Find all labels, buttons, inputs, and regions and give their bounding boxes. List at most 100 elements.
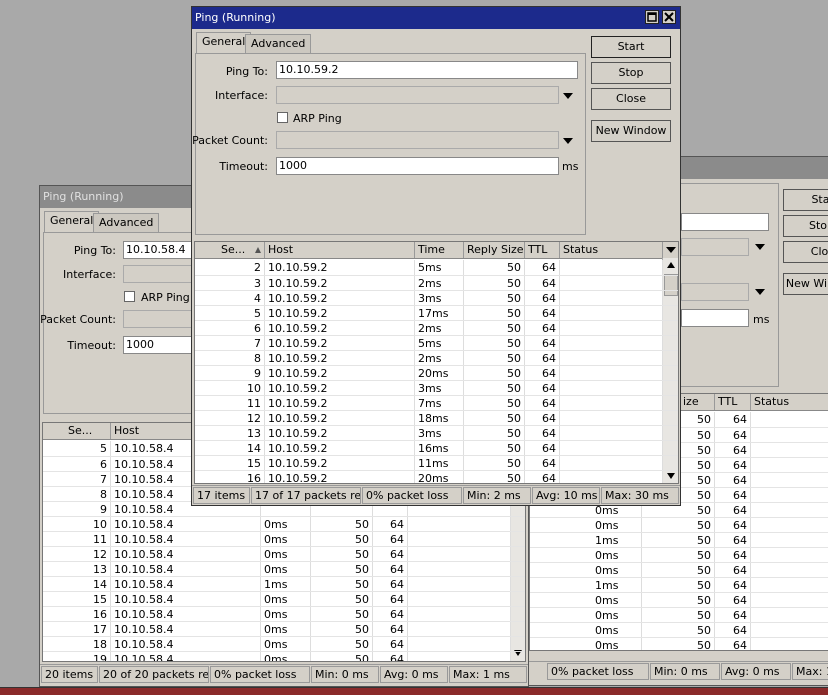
cell-host: 10.10.58.4 <box>111 577 261 592</box>
table-row[interactable]: 8 10.10.59.2 2ms 50 64 <box>195 350 678 366</box>
table-row[interactable]: 12 10.10.58.4 0ms 50 64 <box>43 546 525 562</box>
stop-button[interactable]: Stop <box>783 215 828 237</box>
cell-status <box>751 412 828 427</box>
cell-reply-size: 50 <box>464 381 525 396</box>
table-row[interactable]: 3 10.10.59.2 2ms 50 64 <box>195 275 678 291</box>
table-row[interactable]: 5 10.10.59.2 17ms 50 64 <box>195 305 678 321</box>
cell-time: 5ms <box>415 336 464 351</box>
chevron-down-icon[interactable] <box>755 244 765 250</box>
table-row[interactable]: 7 10.10.59.2 5ms 50 64 <box>195 335 678 351</box>
window-title: Ping (Running) <box>43 190 124 203</box>
maximize-button[interactable] <box>645 10 659 24</box>
cell-ttl: 64 <box>715 458 751 473</box>
col-host[interactable]: Host <box>265 242 415 258</box>
cell-time: 20ms <box>415 471 464 483</box>
table-row[interactable]: 11 10.10.59.2 7ms 50 64 <box>195 395 678 411</box>
timeout-input[interactable]: 1000 <box>276 157 559 175</box>
cell-host: 10.10.58.4 <box>111 652 261 661</box>
stop-button[interactable]: Stop <box>591 62 671 84</box>
table-row[interactable]: 0ms 50 64 <box>530 547 828 563</box>
cell-host: 10.10.59.2 <box>265 291 415 306</box>
table-row[interactable]: 14 10.10.59.2 16ms 50 64 <box>195 440 678 456</box>
arp-ping-label: ARP Ping <box>141 291 190 304</box>
table-row[interactable]: 10 10.10.59.2 3ms 50 64 <box>195 380 678 396</box>
col-ttl[interactable]: TTL <box>715 394 751 410</box>
col-status[interactable]: Status <box>751 394 828 410</box>
cell-reply-size: 50 <box>311 532 373 547</box>
table-row[interactable]: 13 10.10.59.2 3ms 50 64 <box>195 425 678 441</box>
cell-ttl: 64 <box>715 443 751 458</box>
col-host[interactable]: Host <box>111 423 193 439</box>
chevron-down-icon[interactable] <box>563 138 573 144</box>
avg-time: Avg: 10 ms <box>532 487 600 504</box>
table-row[interactable]: 16 10.10.58.4 0ms 50 64 <box>43 606 525 622</box>
close-button[interactable]: Close <box>591 88 671 110</box>
packet-count-select[interactable] <box>276 131 559 149</box>
table-row[interactable]: 10 10.10.58.4 0ms 50 64 <box>43 516 525 532</box>
cell-host: 10.10.59.2 <box>265 456 415 471</box>
interface-select[interactable] <box>681 238 749 256</box>
tab-general[interactable]: General <box>196 32 252 53</box>
col-time[interactable]: Time <box>415 242 464 258</box>
table-row[interactable]: 4 10.10.59.2 3ms 50 64 <box>195 290 678 306</box>
table-row[interactable]: 11 10.10.58.4 0ms 50 64 <box>43 531 525 547</box>
table-row[interactable]: 2 10.10.59.2 5ms 50 64 <box>195 260 678 275</box>
table-row[interactable]: 15 10.10.58.4 0ms 50 64 <box>43 591 525 607</box>
start-button[interactable]: Start <box>591 36 671 58</box>
cell-time: 0ms <box>592 563 642 578</box>
table-row[interactable]: 0ms 50 64 <box>530 592 828 608</box>
interface-select[interactable] <box>276 86 559 104</box>
col-status[interactable]: Status <box>560 242 663 258</box>
table-row[interactable]: 14 10.10.58.4 1ms 50 64 <box>43 576 525 592</box>
table-row[interactable]: 1ms 50 64 <box>530 577 828 593</box>
ping-to-input[interactable] <box>681 213 769 231</box>
timeout-unit: ms <box>753 313 770 326</box>
timeout-input[interactable] <box>681 309 749 327</box>
cell-seq: 14 <box>195 441 265 456</box>
start-button[interactable]: Star <box>783 189 828 211</box>
chevron-down-icon[interactable] <box>755 289 765 295</box>
table-row[interactable]: 16 10.10.59.2 20ms 50 64 <box>195 470 678 483</box>
window-title-bar[interactable]: Ping (Running) <box>192 7 680 29</box>
cell-host: 10.10.58.4 <box>111 637 261 652</box>
table-row[interactable]: 1ms 50 64 <box>530 532 828 548</box>
col-seq[interactable]: Se... <box>43 423 111 439</box>
table-row[interactable]: 15 10.10.59.2 11ms 50 64 <box>195 455 678 471</box>
chevron-down-icon[interactable] <box>563 93 573 99</box>
cell-status <box>751 473 828 488</box>
ping-results-table[interactable]: Se... Host Time Reply Size TTL Status 21… <box>194 241 679 484</box>
table-row[interactable]: 19 10.10.58.4 0ms 50 64 <box>43 651 525 661</box>
cell-ttl: 64 <box>525 276 560 291</box>
table-row[interactable]: 9 10.10.59.2 20ms 50 64 <box>195 365 678 381</box>
new-window-button[interactable]: New Window <box>591 120 671 142</box>
packet-count-select[interactable] <box>681 283 749 301</box>
ping-to-input[interactable]: 10.10.59.2 <box>276 61 578 79</box>
cell-host: 10.10.59.2 <box>265 441 415 456</box>
close-window-button[interactable] <box>662 10 676 24</box>
arp-ping-checkbox[interactable] <box>277 112 288 123</box>
tab-advanced[interactable]: Advanced <box>93 213 160 232</box>
table-row[interactable]: 6 10.10.59.2 2ms 50 64 <box>195 320 678 336</box>
close-button[interactable]: Clos <box>783 241 828 263</box>
table-row[interactable]: 0ms 50 64 <box>530 637 828 650</box>
table-row[interactable]: 0ms 50 64 <box>530 622 828 638</box>
col-ttl[interactable]: TTL <box>525 242 560 258</box>
cell-host: 10.10.59.2 <box>265 471 415 483</box>
table-row[interactable]: 13 10.10.58.4 0ms 50 64 <box>43 561 525 577</box>
col-reply-size[interactable]: ize <box>680 394 715 410</box>
packet-loss: 0% packet loss <box>362 487 462 504</box>
arp-ping-checkbox[interactable] <box>124 291 135 302</box>
tab-advanced[interactable]: Advanced <box>245 34 312 53</box>
table-row[interactable]: 0ms 50 64 <box>530 517 828 533</box>
cell-ttl: 64 <box>373 547 408 562</box>
table-row[interactable]: 18 10.10.58.4 0ms 50 64 <box>43 636 525 652</box>
cell-ttl: 64 <box>715 578 751 593</box>
table-row[interactable]: 17 10.10.58.4 0ms 50 64 <box>43 621 525 637</box>
new-window-button[interactable]: New Win <box>783 273 828 295</box>
column-menu-button[interactable] <box>663 242 678 258</box>
table-row[interactable]: 12 10.10.59.2 18ms 50 64 <box>195 410 678 426</box>
table-row[interactable]: 0ms 50 64 <box>530 562 828 578</box>
table-row[interactable]: 0ms 50 64 <box>530 607 828 623</box>
tab-general[interactable]: General <box>44 211 100 232</box>
col-reply-size[interactable]: Reply Size <box>464 242 525 258</box>
